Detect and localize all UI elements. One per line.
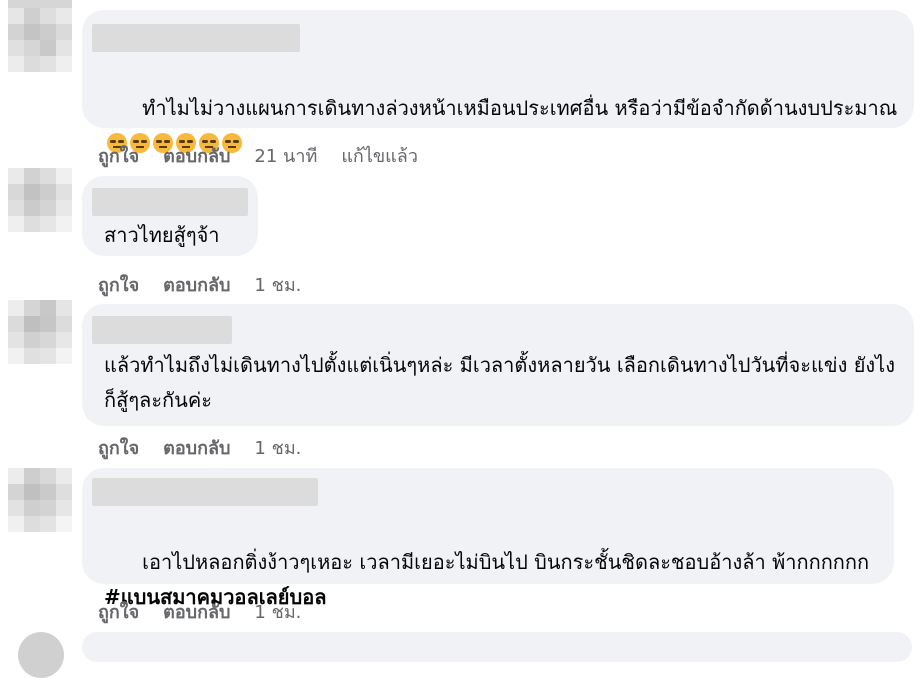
comment-actions: ถูกใจ ตอบกลับ 1 ชม. <box>98 433 301 462</box>
comment-text: เอาไปหลอกติ่งง้าวๆเหอะ เวลามีเยอะไม่บินไ… <box>104 510 880 650</box>
avatar-blurred[interactable] <box>8 8 72 72</box>
comment-actions: ถูกใจ ตอบกลับ 21 นาที แก้ไขแล้ว <box>98 141 418 170</box>
comment-text: แล้วทำไมถึงไม่เดินทางไปตั้งแต่เนิ่นๆหล่ะ… <box>104 353 895 412</box>
comment-timestamp[interactable]: 1 ชม. <box>254 433 301 462</box>
comment-text-body: ทำไมไม่วางแผนการเดินทางล่วงหน้าเหมือนประ… <box>142 96 898 120</box>
commenter-name-blurred[interactable] <box>92 316 232 344</box>
comment-actions: ถูกใจ ตอบกลับ 1 ชม. <box>98 597 301 626</box>
like-button[interactable]: ถูกใจ <box>98 141 139 170</box>
comment-timestamp[interactable]: 1 ชม. <box>254 597 301 626</box>
comment-actions: ถูกใจ ตอบกลับ 1 ชม. <box>98 270 301 299</box>
comment-timestamp[interactable]: 1 ชม. <box>254 270 301 299</box>
comment-text: ทำไมไม่วางแผนการเดินทางล่วงหน้าเหมือนประ… <box>104 56 900 196</box>
like-button[interactable]: ถูกใจ <box>98 270 139 299</box>
reply-button[interactable]: ตอบกลับ <box>163 141 230 170</box>
avatar-blurred[interactable] <box>8 468 72 532</box>
like-button[interactable]: ถูกใจ <box>98 433 139 462</box>
avatar-blurred[interactable] <box>8 300 72 364</box>
comment-bubble: เอาไปหลอกติ่งง้าวๆเหอะ เวลามีเยอะไม่บินไ… <box>82 468 894 609</box>
comment-bubble: แล้วทำไมถึงไม่เดินทางไปตั้งแต่เนิ่นๆหล่ะ… <box>82 304 914 426</box>
comment-text-body: เอาไปหลอกติ่งง้าวๆเหอะ เวลามีเยอะไม่บินไ… <box>142 550 870 574</box>
reply-button[interactable]: ตอบกลับ <box>163 270 230 299</box>
comment-text: สาวไทยสู้ๆจ้า <box>104 223 220 247</box>
commenter-name-blurred[interactable] <box>92 24 300 52</box>
commenter-name-blurred[interactable] <box>92 188 248 216</box>
commenter-name-blurred[interactable] <box>92 478 318 506</box>
avatar-blurred[interactable] <box>8 168 72 232</box>
comment-timestamp[interactable]: 21 นาที <box>254 141 317 170</box>
reply-button[interactable]: ตอบกลับ <box>163 597 230 626</box>
reply-button[interactable]: ตอบกลับ <box>163 433 230 462</box>
comment-bubble <box>82 632 912 662</box>
comment-bubble: สาวไทยสู้ๆจ้า <box>82 176 258 256</box>
comment-bubble: ทำไมไม่วางแผนการเดินทางล่วงหน้าเหมือนประ… <box>82 10 914 153</box>
edited-label[interactable]: แก้ไขแล้ว <box>341 141 418 170</box>
like-button[interactable]: ถูกใจ <box>98 597 139 626</box>
